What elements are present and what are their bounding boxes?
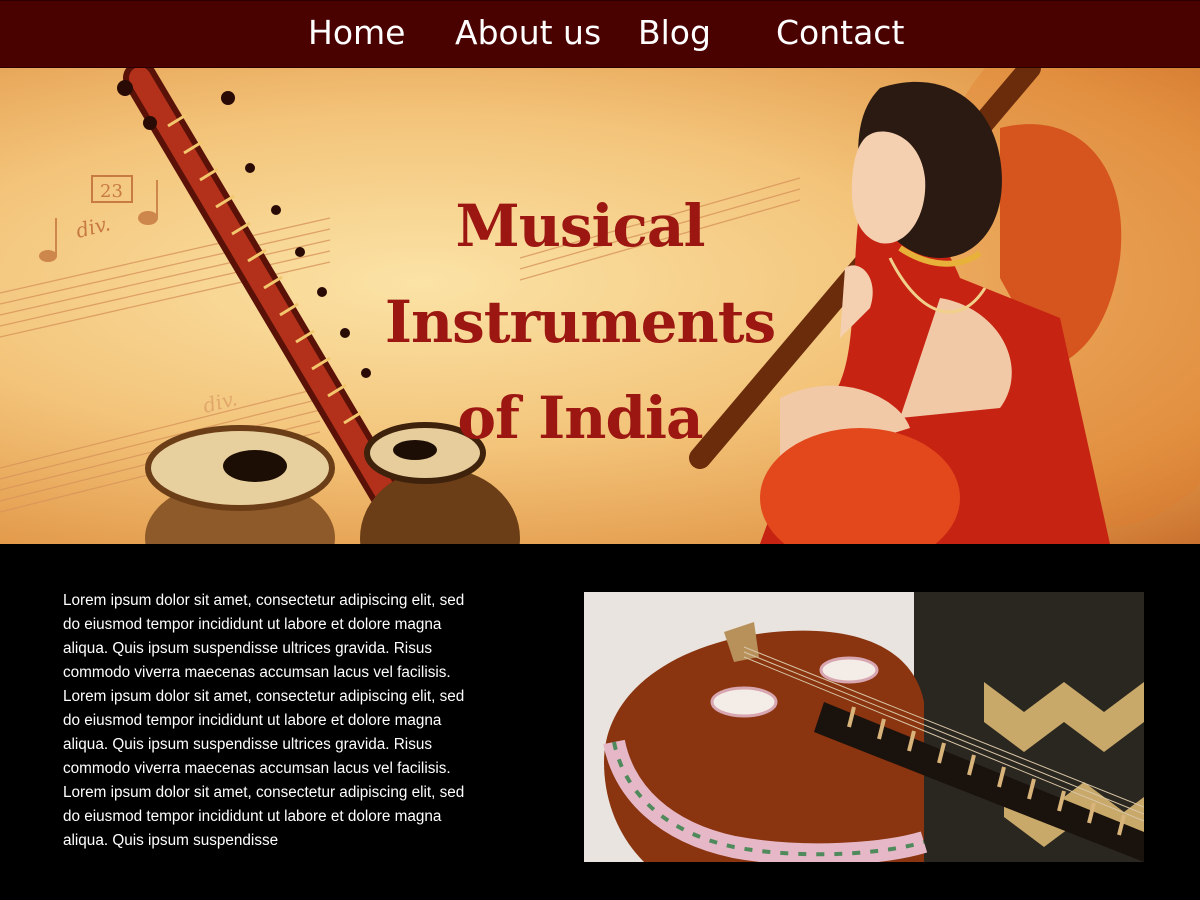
content-section: Lorem ipsum dolor sit amet, consectetur … [0,544,1200,900]
nav-home-link[interactable]: Home [308,11,405,55]
hero-title-line-1: Musical Instruments [384,192,776,356]
hero-title-line-2: of India [457,384,703,452]
hero-title: Musical Instruments of India [300,178,860,466]
nav-blog-link[interactable]: Blog [638,11,711,55]
veena-illustration [584,592,1144,862]
body-paragraph: Lorem ipsum dolor sit amet, consectetur … [63,592,465,849]
nav-about-link[interactable]: About us [455,11,601,55]
top-navigation: Home About us Blog Contact [0,0,1200,68]
measure-number: 23 [100,181,123,202]
nav-contact-link[interactable]: Contact [776,11,904,55]
veena-photo [584,592,1144,862]
sheet-marking: div. [73,211,112,243]
sheet-marking-2: div. [200,386,239,418]
hero-banner: 23 div. div. Musical Instruments of Indi… [0,68,1200,544]
